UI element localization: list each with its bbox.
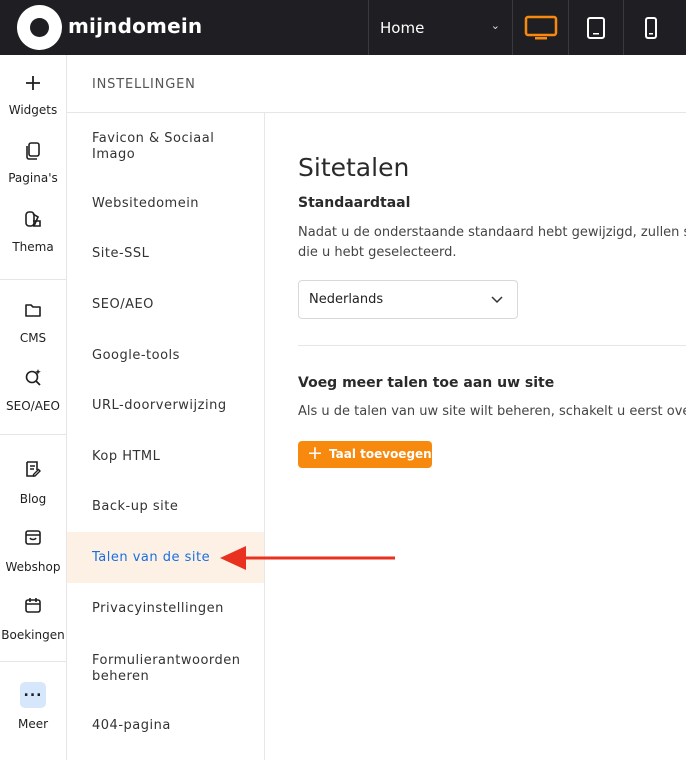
menu-item-label: Kop HTML (92, 449, 161, 464)
blog-icon (26, 461, 41, 477)
add-language-button[interactable]: + Taal toevoegen (298, 441, 432, 468)
plus-icon: + (307, 442, 323, 464)
shop-icon (25, 530, 41, 545)
rail-item-label: Blog (19, 492, 47, 506)
default-language-text: Nadat u de onderstaande standaard hebt g… (298, 225, 686, 240)
rail-item-webshop[interactable]: Webshop (0, 527, 66, 587)
more-languages-heading: Voeg meer talen toe aan uw site (298, 375, 555, 391)
menu-item-label: Formulierantwoorden beheren (92, 653, 241, 684)
plus-icon (26, 76, 40, 90)
rail-item-label: Boekingen (1, 628, 65, 642)
tablet-icon (586, 16, 605, 39)
menu-item-site-ssl[interactable]: Site-SSL (67, 233, 264, 275)
menu-item-label: Site-SSL (92, 246, 150, 261)
search-sparkle-icon (25, 369, 41, 386)
desktop-view-button[interactable] (513, 0, 568, 55)
rail-item-seo[interactable]: SEO/AEO (0, 367, 66, 427)
rail-item-thema[interactable]: Thema (0, 209, 66, 269)
rail-item-label: Pagina's (8, 171, 58, 185)
chevron-down-icon: ⌄ (490, 19, 500, 32)
logo-text[interactable]: mijndomein (68, 14, 202, 38)
menu-item-url-redirect[interactable]: URL-doorverwijzing (67, 385, 264, 427)
menu-item-label: Google-tools (92, 348, 180, 363)
divider (0, 661, 66, 662)
chevron-down-icon (491, 296, 503, 304)
menu-item-404[interactable]: 404-pagina (67, 705, 264, 747)
settings-menu: Favicon & Sociaal Imago Websitedomein Si… (67, 113, 265, 760)
page-title: Sitetalen (298, 153, 410, 182)
menu-item-form-answers[interactable]: Formulierantwoorden beheren (67, 645, 264, 689)
theme-icon (25, 211, 41, 227)
section-title: INSTELLINGEN (92, 77, 196, 92)
divider (0, 434, 66, 435)
divider (298, 345, 686, 346)
menu-item-label: Privacyinstellingen (92, 601, 224, 616)
rail-item-blog[interactable]: Blog (0, 459, 66, 519)
pages-icon (26, 142, 40, 160)
menu-item-seo[interactable]: SEO/AEO (67, 284, 264, 326)
rail-item-label: SEO/AEO (6, 399, 60, 413)
mobile-view-button[interactable] (623, 0, 678, 55)
language-select-value: Nederlands (309, 292, 384, 307)
rail-item-label: Webshop (5, 560, 61, 574)
menu-item-privacy[interactable]: Privacyinstellingen (67, 588, 264, 630)
menu-item-websitedomein[interactable]: Websitedomein (67, 183, 264, 225)
menu-item-backup[interactable]: Back-up site (67, 486, 264, 528)
menu-item-label: SEO/AEO (92, 297, 154, 312)
add-language-label: Taal toevoegen (329, 447, 432, 461)
default-language-text: die u hebt geselecteerd. (298, 245, 457, 260)
menu-item-label: Back-up site (92, 499, 179, 514)
menu-item-label: Favicon & Sociaal Imago (92, 131, 215, 162)
left-rail: Widgets Pagina's Thema CMS SEO/AEO Blog … (0, 55, 67, 760)
language-select[interactable]: Nederlands (298, 280, 518, 319)
menu-item-label: URL-doorverwijzing (92, 398, 227, 413)
menu-item-talen[interactable]: Talen van de site (67, 532, 264, 583)
menu-item-label: Websitedomein (92, 196, 200, 211)
divider (0, 279, 66, 280)
menu-item-label: 404-pagina (92, 718, 171, 733)
folder-icon (25, 304, 41, 317)
rail-item-meer[interactable]: ... Meer (0, 682, 66, 742)
menu-item-kop-html[interactable]: Kop HTML (67, 436, 264, 478)
default-language-heading: Standaardtaal (298, 195, 411, 211)
rail-item-label: Widgets (8, 103, 58, 117)
page-select[interactable]: Home ⌄ (369, 0, 512, 55)
rail-item-boekingen[interactable]: Boekingen (0, 595, 66, 655)
menu-item-label: Talen van de site (92, 550, 211, 565)
rail-item-label: Meer (17, 717, 49, 731)
logo-icon[interactable] (17, 5, 62, 50)
rail-item-widgets[interactable]: Widgets (0, 73, 66, 133)
rail-item-label: Thema (12, 240, 54, 254)
content-panel: Sitetalen Standaardtaal Nadat u de onder… (265, 113, 686, 760)
tablet-view-button[interactable] (568, 0, 623, 55)
top-bar: mijndomein Home ⌄ (0, 0, 686, 55)
menu-item-google-tools[interactable]: Google-tools (67, 335, 264, 377)
menu-item-favicon[interactable]: Favicon & Sociaal Imago (67, 123, 264, 167)
more-languages-text: Als u de talen van uw site wilt beheren,… (298, 404, 686, 419)
rail-item-paginas[interactable]: Pagina's (0, 141, 66, 201)
desktop-icon (524, 15, 557, 39)
page-select-value: Home (380, 19, 425, 37)
rail-item-label: CMS (19, 331, 47, 345)
mobile-icon (644, 16, 657, 39)
calendar-icon (25, 598, 41, 613)
more-icon: ... (20, 682, 46, 708)
rail-item-cms[interactable]: CMS (0, 300, 66, 360)
